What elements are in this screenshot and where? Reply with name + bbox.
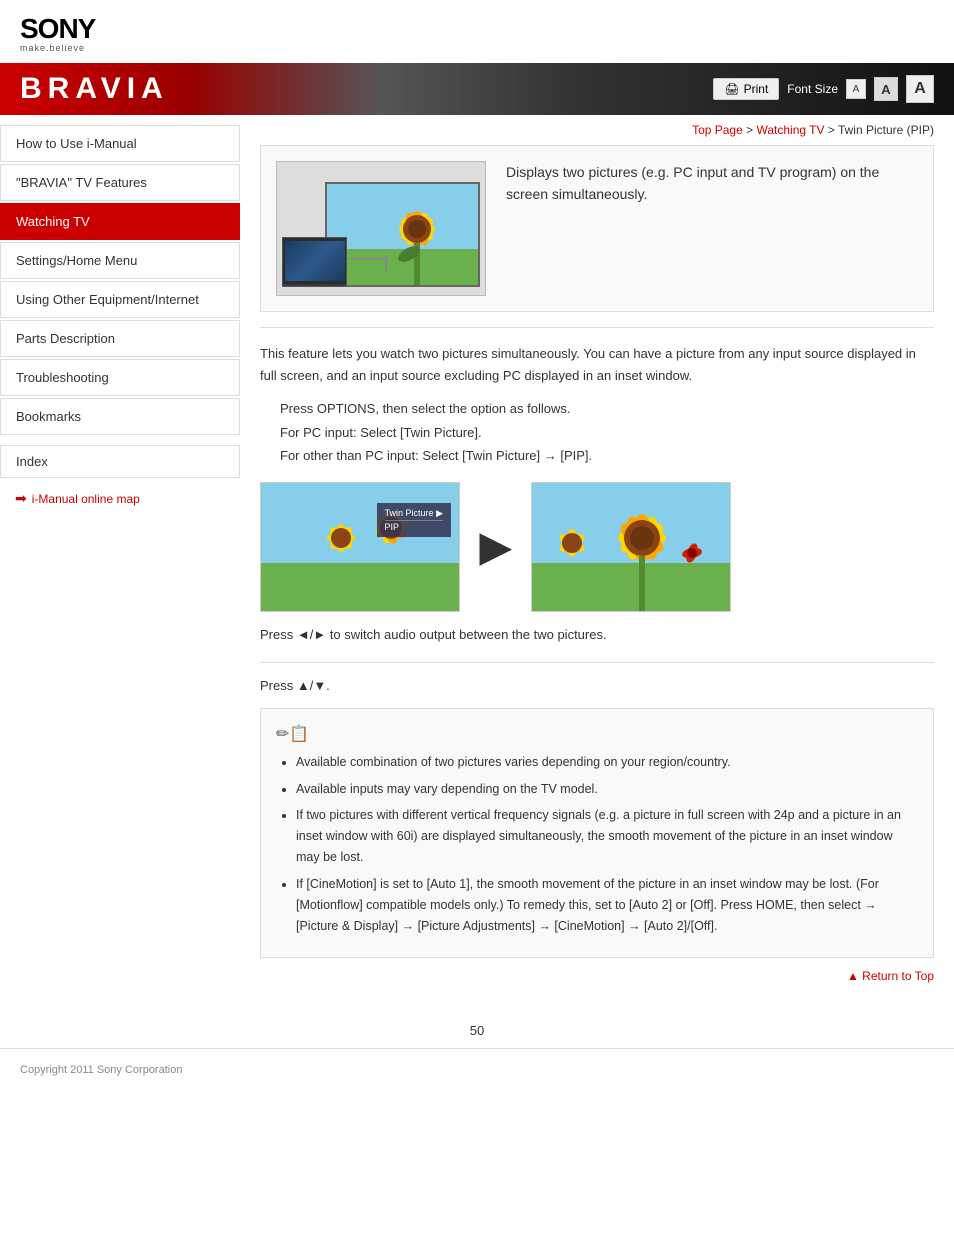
header: SONY make.believe xyxy=(0,0,954,63)
before-screen-image: Twin Picture ▶ PIP xyxy=(260,482,460,612)
sidebar-item-settings[interactable]: Settings/Home Menu xyxy=(0,242,240,279)
sidebar-item-bookmarks[interactable]: Bookmarks xyxy=(0,398,240,435)
bravia-title: BRAVIA xyxy=(20,72,169,106)
breadcrumb-top-page[interactable]: Top Page xyxy=(692,123,746,137)
divider-1 xyxy=(260,327,934,328)
notes-icon: ✏📋 xyxy=(276,724,918,744)
up-arrow-icon: ▲ xyxy=(847,969,862,983)
step-3: For other than PC input: Select [Twin Pi… xyxy=(280,444,934,467)
sidebar: How to Use i-Manual "BRAVIA" TV Features… xyxy=(0,115,240,1013)
sidebar-item-how-to-use[interactable]: How to Use i-Manual xyxy=(0,125,240,162)
step-2: For PC input: Select [Twin Picture]. xyxy=(280,421,934,444)
breadcrumb-watching-tv[interactable]: Watching TV xyxy=(756,123,827,137)
divider-2 xyxy=(260,662,934,663)
images-row: Twin Picture ▶ PIP ▶ xyxy=(260,482,934,612)
sidebar-nav: How to Use i-Manual "BRAVIA" TV Features… xyxy=(0,125,240,435)
switch-audio-text: Press ◄/► to switch audio output between… xyxy=(260,627,934,642)
note-2: Available inputs may vary depending on t… xyxy=(296,779,918,800)
bravia-controls: 🖨 Print Font Size A A A xyxy=(713,75,934,103)
footer: Copyright 2011 Sony Corporation xyxy=(0,1048,954,1091)
notes-list: Available combination of two pictures va… xyxy=(276,752,918,937)
print-button[interactable]: 🖨 Print xyxy=(713,78,779,100)
online-map-anchor[interactable]: i-Manual online map xyxy=(32,492,140,506)
note-4: If [CineMotion] is set to [Auto 1], the … xyxy=(296,874,918,938)
note-3: If two pictures with different vertical … xyxy=(296,805,918,869)
sony-tagline: make.believe xyxy=(20,43,934,53)
notes-section: ✏📋 Available combination of two pictures… xyxy=(260,708,934,958)
pip-illustration xyxy=(276,161,486,296)
sidebar-online-map-link[interactable]: ➡ i-Manual online map xyxy=(0,490,240,507)
body-text: This feature lets you watch two pictures… xyxy=(260,343,934,387)
pip-description: Displays two pictures (e.g. PC input and… xyxy=(506,161,918,206)
sidebar-item-troubleshooting[interactable]: Troubleshooting xyxy=(0,359,240,396)
top-intro-section: Displays two pictures (e.g. PC input and… xyxy=(260,145,934,312)
note-1: Available combination of two pictures va… xyxy=(296,752,918,773)
return-to-top: ▲ Return to Top xyxy=(260,968,934,983)
step-1: Press OPTIONS, then select the option as… xyxy=(280,397,934,420)
font-size-medium-button[interactable]: A xyxy=(874,77,898,101)
sidebar-index[interactable]: Index xyxy=(0,445,240,478)
press-label: Press ▲/▼. xyxy=(260,678,934,693)
page-number: 50 xyxy=(0,1013,954,1048)
font-size-small-button[interactable]: A xyxy=(846,79,866,99)
print-icon: 🖨 xyxy=(724,82,739,96)
steps-section: Press OPTIONS, then select the option as… xyxy=(260,397,934,467)
content-area: Top Page > Watching TV > Twin Picture (P… xyxy=(240,115,954,1013)
sidebar-item-using-other[interactable]: Using Other Equipment/Internet xyxy=(0,281,240,318)
font-size-large-button[interactable]: A xyxy=(906,75,934,103)
copyright-text: Copyright 2011 Sony Corporation xyxy=(20,1064,182,1076)
sidebar-item-watching-tv[interactable]: Watching TV xyxy=(0,203,240,240)
font-size-label: Font Size xyxy=(787,82,838,96)
press-section: Press ▲/▼. xyxy=(260,678,934,693)
sidebar-item-parts[interactable]: Parts Description xyxy=(0,320,240,357)
breadcrumb: Top Page > Watching TV > Twin Picture (P… xyxy=(260,115,934,145)
arrow-right-icon: ▶ xyxy=(480,524,511,570)
sony-logo: SONY xyxy=(20,15,934,43)
arrow-right-icon: ➡ xyxy=(15,490,27,507)
return-top-link[interactable]: ▲ Return to Top xyxy=(847,969,934,983)
breadcrumb-current: Twin Picture (PIP) xyxy=(838,123,934,137)
after-screen-image xyxy=(531,482,731,612)
bravia-bar: BRAVIA 🖨 Print Font Size A A A xyxy=(0,63,954,115)
main-layout: How to Use i-Manual "BRAVIA" TV Features… xyxy=(0,115,954,1013)
sidebar-item-bravia-features[interactable]: "BRAVIA" TV Features xyxy=(0,164,240,201)
